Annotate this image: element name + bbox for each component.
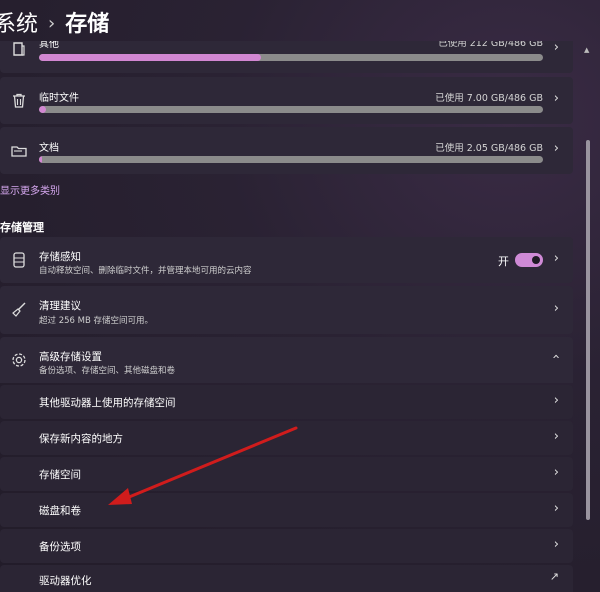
section-title: 存储管理 — [0, 221, 44, 234]
row-title: 清理建议 — [39, 300, 81, 312]
category-label: 临时文件 — [39, 93, 79, 104]
row-desc: 自动释放空间、删除临时文件，并管理本地可用的云内容 — [39, 266, 252, 276]
chevron-right-icon: › — [553, 251, 559, 266]
usage-fill — [39, 156, 42, 163]
chevron-right-icon: › — [553, 301, 559, 316]
page-title: 系统 › 存储 — [0, 6, 109, 38]
chevron-right-icon: › — [553, 393, 559, 408]
usage-bar — [39, 106, 543, 113]
scrollbar[interactable]: ▲ — [584, 46, 590, 592]
usage-bar — [39, 54, 543, 61]
category-temp-files[interactable]: 临时文件 已使用 7.00 GB/486 GB › — [0, 77, 573, 124]
breadcrumb-current: 存储 — [65, 12, 110, 37]
category-documents[interactable]: 文档 已使用 2.05 GB/486 GB › — [0, 127, 573, 174]
category-other[interactable]: 其他 已使用 212 GB/486 GB › — [0, 41, 573, 73]
chevron-right-icon: › — [553, 41, 559, 55]
chevron-right-icon: › — [553, 91, 559, 106]
toggle-knob — [532, 256, 540, 264]
chevron-right-icon: › — [553, 429, 559, 444]
storage-drive-icon — [10, 251, 28, 269]
sub-item-label: 存储空间 — [39, 469, 81, 481]
toggle-label: 开 — [498, 255, 509, 268]
external-link-icon: ↗ — [549, 570, 559, 583]
show-more-link[interactable]: 显示更多类别 — [0, 182, 60, 197]
trash-icon — [10, 92, 28, 110]
app-icon — [10, 41, 28, 58]
storage-sense-row[interactable]: 存储感知 自动释放空间、删除临时文件，并管理本地可用的云内容 开 › — [0, 237, 573, 283]
sub-item-disks-volumes[interactable]: 磁盘和卷 › — [0, 493, 573, 527]
cleanup-row[interactable]: 清理建议 超过 256 MB 存储空间可用。 › — [0, 286, 573, 334]
row-title: 存储感知 — [39, 251, 81, 263]
gear-icon — [10, 351, 28, 369]
category-label: 文档 — [39, 143, 59, 154]
row-desc: 超过 256 MB 存储空间可用。 — [39, 316, 153, 326]
usage-bar — [39, 156, 543, 163]
chevron-right-icon: › — [553, 465, 559, 480]
scroll-up-icon[interactable]: ▲ — [584, 46, 589, 54]
row-title: 高级存储设置 — [39, 351, 102, 363]
chevron-right-icon: › — [553, 501, 559, 516]
chevron-right-icon: › — [553, 141, 559, 156]
storage-sense-toggle[interactable] — [515, 253, 543, 267]
breadcrumb-parent[interactable]: 系统 — [0, 12, 38, 37]
sub-item-save-location[interactable]: 保存新内容的地方 › — [0, 421, 573, 455]
sub-item-drive-optimization[interactable]: 驱动器优化 ↗ — [0, 565, 573, 592]
broom-icon — [10, 301, 28, 319]
usage-fill — [39, 54, 261, 61]
chevron-up-icon: › — [548, 353, 564, 360]
sub-item-label: 驱动器优化 — [39, 575, 92, 587]
category-label: 其他 — [39, 41, 59, 50]
settings-content: 其他 已使用 212 GB/486 GB › 临时文件 已使用 7.00 GB/… — [0, 41, 578, 592]
sub-item-other-drives[interactable]: 其他驱动器上使用的存储空间 › — [0, 385, 573, 419]
category-used: 已使用 212 GB/486 GB — [438, 41, 543, 49]
sub-item-label: 其他驱动器上使用的存储空间 — [39, 397, 176, 409]
sub-item-label: 备份选项 — [39, 541, 81, 553]
sub-item-label: 保存新内容的地方 — [39, 433, 123, 445]
breadcrumb-separator-icon: › — [48, 13, 56, 34]
category-used: 已使用 7.00 GB/486 GB — [435, 93, 543, 104]
scroll-thumb[interactable] — [586, 140, 590, 520]
sub-item-backup[interactable]: 备份选项 › — [0, 529, 573, 563]
chevron-right-icon: › — [553, 537, 559, 552]
usage-fill — [39, 106, 47, 113]
folder-icon — [10, 142, 28, 160]
row-desc: 备份选项、存储空间、其他磁盘和卷 — [39, 366, 176, 376]
sub-item-storage-spaces[interactable]: 存储空间 › — [0, 457, 573, 491]
advanced-storage-row[interactable]: 高级存储设置 备份选项、存储空间、其他磁盘和卷 › — [0, 337, 573, 383]
sub-item-label: 磁盘和卷 — [39, 505, 81, 517]
category-used: 已使用 2.05 GB/486 GB — [435, 143, 543, 154]
